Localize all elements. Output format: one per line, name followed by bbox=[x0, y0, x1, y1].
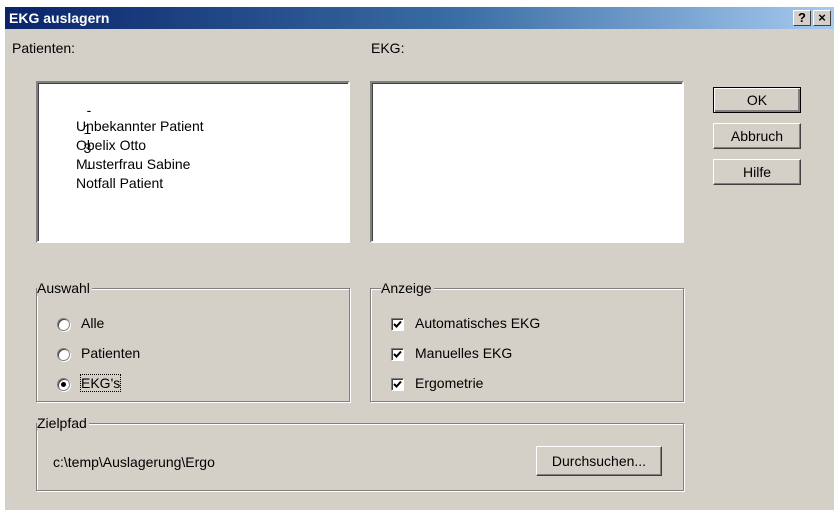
window-title: EKG auslagern bbox=[9, 10, 110, 26]
zielpfad-group-title: Zielpfad bbox=[37, 415, 89, 431]
help-title-button[interactable]: ? bbox=[793, 10, 811, 26]
anzeige-group-title: Anzeige bbox=[381, 280, 434, 296]
radio-ekgs-label[interactable]: EKG's bbox=[79, 374, 122, 392]
target-path: c:\temp\Auslagerung\Ergo bbox=[53, 454, 215, 470]
ekg-auslagern-dialog: EKG auslagern ? × Patienten: - Unbekannt… bbox=[4, 6, 834, 510]
checkmark-icon bbox=[393, 380, 402, 388]
patient-name: Notfall Patient bbox=[76, 175, 164, 191]
list-item[interactable]: - Notfall Patient bbox=[38, 143, 163, 207]
radio-patienten[interactable] bbox=[57, 348, 70, 361]
auswahl-group: Auswahl Alle Patienten EKG's bbox=[36, 280, 350, 402]
radio-alle[interactable] bbox=[57, 318, 70, 331]
ekg-label: EKG: bbox=[371, 40, 405, 56]
radio-ekgs[interactable] bbox=[57, 378, 70, 391]
radio-alle-label[interactable]: Alle bbox=[81, 315, 104, 331]
checkbox-automatisches-ekg-label[interactable]: Automatisches EKG bbox=[415, 315, 540, 331]
checkbox-manuelles-ekg-label[interactable]: Manuelles EKG bbox=[415, 345, 512, 361]
checkbox-ergometrie[interactable] bbox=[391, 378, 404, 391]
browse-button[interactable]: Durchsuchen... bbox=[536, 446, 662, 476]
patients-label: Patienten: bbox=[12, 40, 76, 56]
checkbox-ergometrie-label[interactable]: Ergometrie bbox=[415, 375, 483, 391]
checkbox-automatisches-ekg[interactable] bbox=[391, 318, 404, 331]
radio-selected-dot bbox=[61, 382, 66, 387]
patient-number: - bbox=[86, 159, 92, 175]
patients-listbox[interactable]: - Unbekannter Patient 1 Obelix Otto 3 Mu… bbox=[36, 81, 350, 243]
checkbox-manuelles-ekg[interactable] bbox=[391, 348, 404, 361]
patient-name: Musterfrau Sabine bbox=[76, 156, 191, 172]
ok-button[interactable]: OK bbox=[713, 87, 801, 113]
anzeige-group: Anzeige Automatisches EKG Manuelles EKG … bbox=[370, 280, 684, 402]
checkmark-icon bbox=[393, 320, 402, 328]
title-bar[interactable]: EKG auslagern ? × bbox=[5, 7, 834, 29]
ekg-listbox[interactable] bbox=[370, 81, 684, 243]
zielpfad-group: Zielpfad c:\temp\Auslagerung\Ergo Durchs… bbox=[36, 415, 684, 491]
auswahl-group-title: Auswahl bbox=[37, 280, 92, 296]
help-button[interactable]: Hilfe bbox=[713, 159, 801, 185]
radio-patienten-label[interactable]: Patienten bbox=[81, 345, 140, 361]
patient-number: - bbox=[86, 102, 92, 118]
checkmark-icon bbox=[393, 350, 402, 358]
close-button[interactable]: × bbox=[813, 10, 831, 26]
patient-number: 1 bbox=[83, 121, 92, 137]
patient-name: Unbekannter Patient bbox=[76, 118, 204, 134]
patient-number: 3 bbox=[83, 140, 92, 156]
cancel-button[interactable]: Abbruch bbox=[713, 123, 801, 149]
